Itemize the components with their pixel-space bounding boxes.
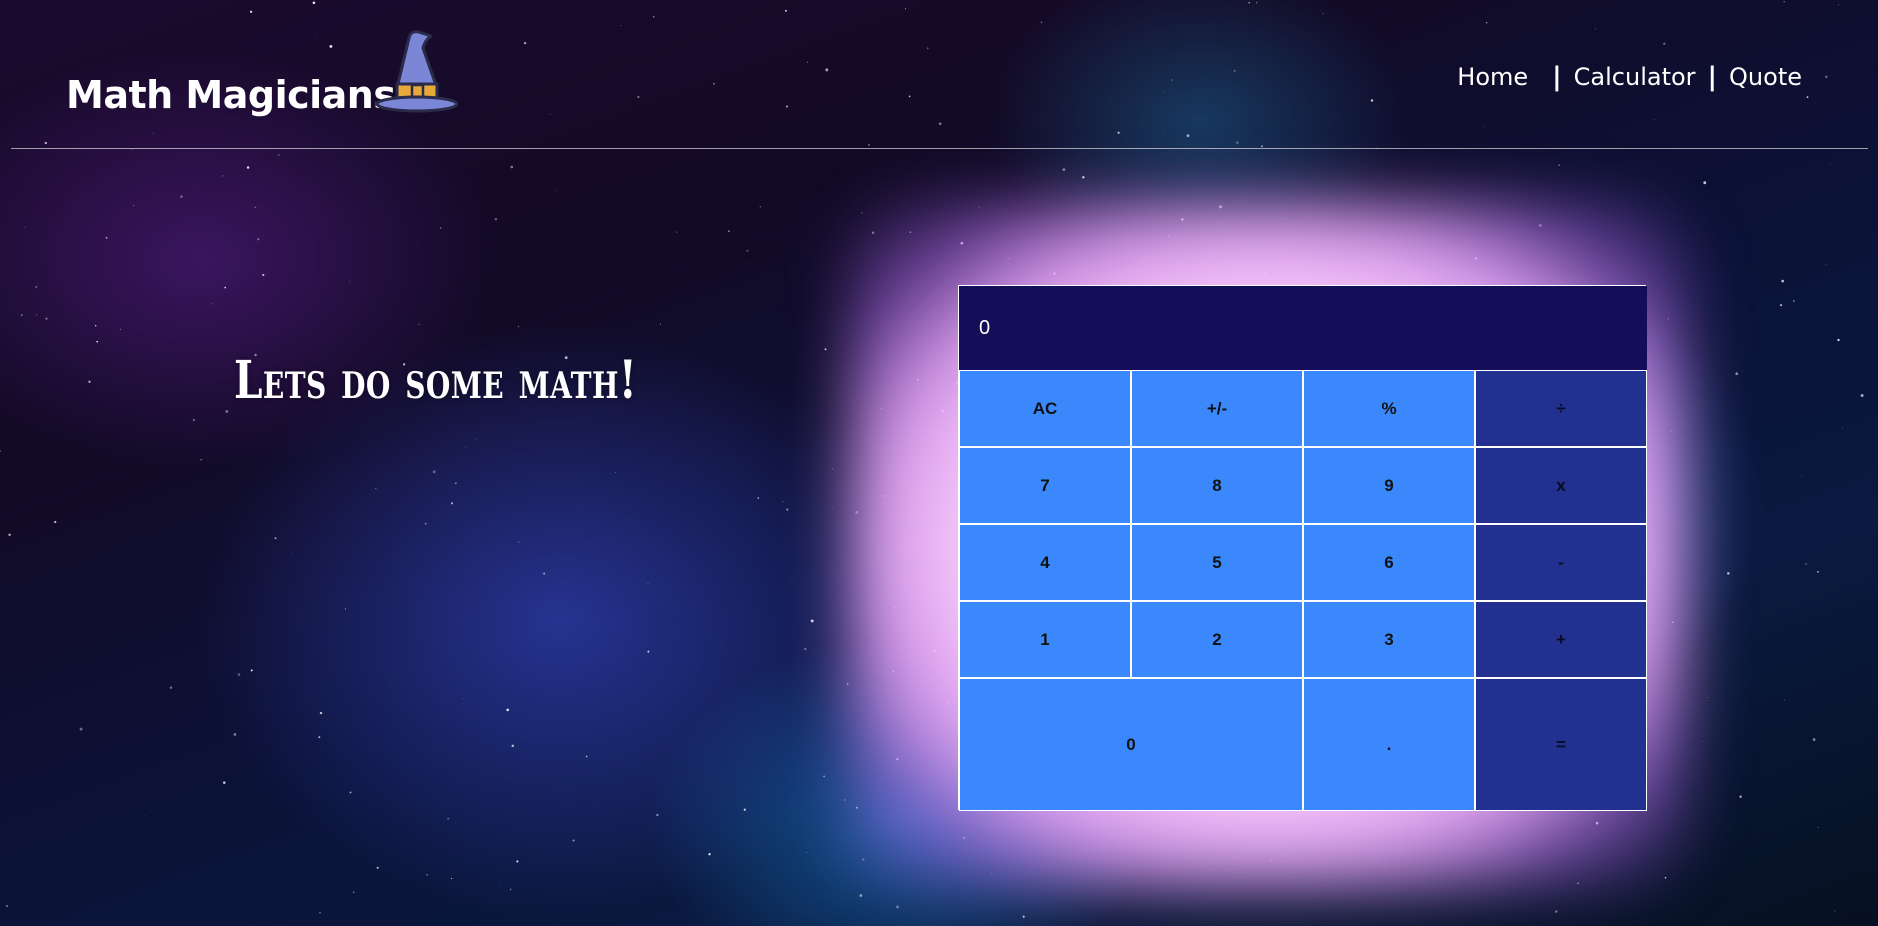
nav-separator: | [1707,62,1718,92]
percent-button[interactable]: % [1303,370,1475,447]
multiply-button[interactable]: x [1475,447,1647,524]
subtract-button[interactable]: - [1475,524,1647,601]
add-button[interactable]: + [1475,601,1647,678]
nav-quote-link[interactable]: Quote [1729,63,1802,91]
main-nav: Home | Calculator | Quote [1457,62,1802,92]
site-header: Math Magicians Home | Calculator | Quote [11,0,1868,149]
digit-0-button[interactable]: 0 [959,678,1303,811]
site-logo-title: Math Magicians [66,73,396,117]
digit-3-button[interactable]: 3 [1303,601,1475,678]
calculator-display: 0 [959,286,1647,370]
digit-9-button[interactable]: 9 [1303,447,1475,524]
wizard-hat-icon [375,30,459,113]
digit-7-button[interactable]: 7 [959,447,1131,524]
digit-2-button[interactable]: 2 [1131,601,1303,678]
toggle-sign-button[interactable]: +/- [1131,370,1303,447]
nav-separator: | [1552,62,1562,92]
calculator: 0 AC +/- % ÷ 7 8 9 x 4 5 6 - 1 2 3 + 0 .… [958,285,1647,811]
decimal-button[interactable]: . [1303,678,1475,811]
nav-home-link[interactable]: Home [1457,63,1528,91]
equals-button[interactable]: = [1475,678,1647,811]
digit-5-button[interactable]: 5 [1131,524,1303,601]
page-headline: Lets do some math! [234,350,638,411]
digit-1-button[interactable]: 1 [959,601,1131,678]
nav-calculator-link[interactable]: Calculator [1574,63,1696,91]
digit-4-button[interactable]: 4 [959,524,1131,601]
divide-button[interactable]: ÷ [1475,370,1647,447]
clear-button[interactable]: AC [959,370,1131,447]
digit-6-button[interactable]: 6 [1303,524,1475,601]
digit-8-button[interactable]: 8 [1131,447,1303,524]
